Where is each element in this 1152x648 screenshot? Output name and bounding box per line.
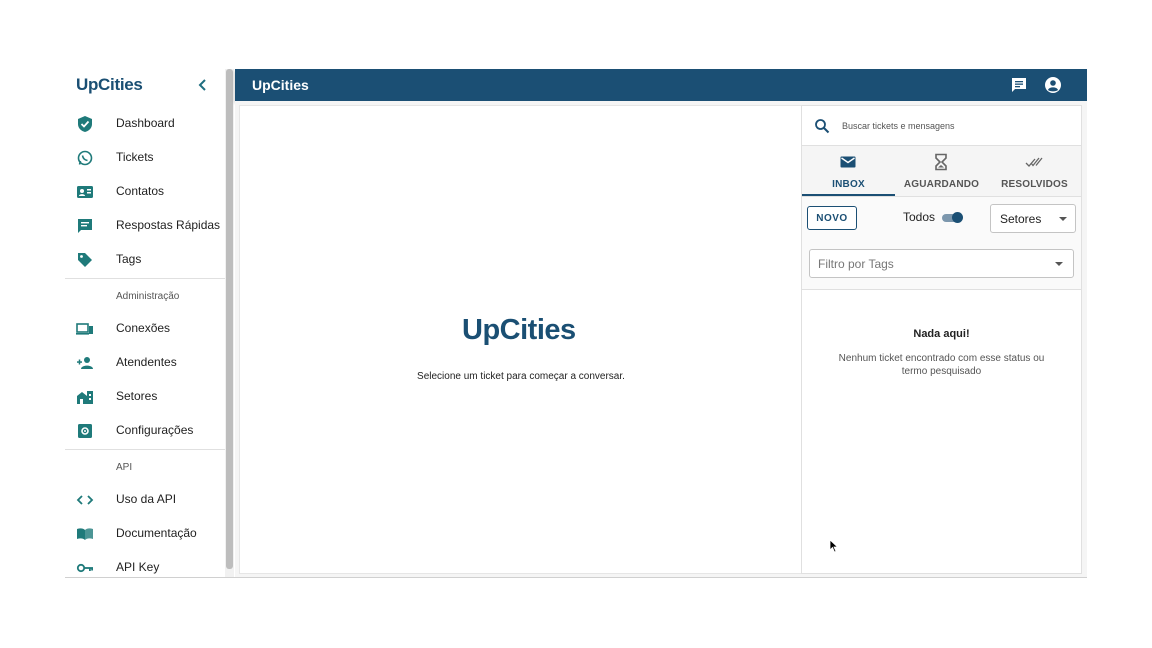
sidebar-item-label: Conexões	[116, 321, 171, 335]
sidebar-scrollbar-thumb[interactable]	[226, 69, 233, 569]
chat-panel: UpCities Selecione um ticket para começa…	[239, 105, 803, 574]
sidebar-item-label: Atendentes	[116, 355, 177, 369]
tag-filter-placeholder: Filtro por Tags	[818, 257, 894, 271]
chevron-left-icon	[198, 79, 206, 91]
sidebar-item-dashboard[interactable]: Dashboard	[65, 107, 225, 141]
sidebar-item-label: Tickets	[116, 150, 154, 164]
section-header-administracao: Administração	[116, 291, 180, 302]
tab-resolvidos[interactable]: RESOLVIDOS	[988, 146, 1081, 196]
window-bottom-edge	[65, 577, 1087, 578]
sidebar-item-tags[interactable]: Tags	[65, 243, 225, 277]
mouse-cursor-icon	[829, 539, 839, 553]
tab-label: INBOX	[832, 179, 865, 190]
search-input[interactable]	[840, 115, 1064, 137]
sidebar-item-atendentes[interactable]: Atendentes	[65, 346, 225, 380]
caret-down-icon	[1055, 262, 1063, 266]
new-ticket-button[interactable]: NOVO	[807, 206, 857, 230]
shield-check-icon	[78, 116, 92, 132]
sidebar-item-label: Uso da API	[116, 492, 177, 506]
sidebar-item-label: Configurações	[116, 423, 194, 437]
tag-icon	[78, 253, 92, 267]
sidebar-item-label: Respostas Rápidas	[116, 218, 221, 232]
book-icon	[77, 528, 93, 540]
sidebar-item-setores[interactable]: Setores	[65, 380, 225, 414]
sidebar-item-configuracoes[interactable]: Configurações	[65, 414, 225, 448]
sidebar-divider	[65, 278, 225, 279]
chat-icon[interactable]	[1010, 76, 1028, 94]
account-circle-icon[interactable]	[1044, 76, 1062, 94]
ticket-filters: NOVO Todos Setores Filtro por Tags	[802, 197, 1081, 290]
empty-chat-message: Selecione um ticket para começar a conve…	[417, 371, 625, 382]
whatsapp-icon	[77, 150, 93, 166]
sidebar-item-respostas-rapidas[interactable]: Respostas Rápidas	[65, 209, 225, 243]
sidebar-item-conexoes[interactable]: Conexões	[65, 312, 225, 346]
app-header: UpCities	[235, 69, 1087, 101]
sidebar-divider	[65, 449, 225, 450]
collapse-sidebar-button[interactable]	[193, 75, 213, 95]
active-tab-indicator	[802, 194, 895, 196]
quick-reply-icon	[78, 219, 92, 233]
tab-inbox[interactable]: INBOX	[802, 146, 895, 196]
building-icon	[77, 391, 93, 404]
sidebar-item-label: API Key	[116, 560, 160, 574]
sidebar-item-documentacao[interactable]: Documentação	[65, 517, 225, 551]
sidebar-item-label: Tags	[116, 252, 142, 266]
sidebar-item-label: Documentação	[116, 526, 197, 540]
done-all-icon	[1025, 157, 1043, 167]
sector-select[interactable]: Setores	[990, 204, 1076, 233]
tab-aguardando[interactable]: AGUARDANDO	[895, 146, 988, 196]
search-icon	[815, 119, 830, 134]
page-title: UpCities	[252, 77, 309, 93]
contact-card-icon	[77, 186, 93, 198]
caret-down-icon	[1059, 217, 1067, 221]
key-icon	[76, 563, 93, 573]
empty-state-title: Nada aqui!	[913, 328, 970, 340]
tickets-panel: INBOX AGUARDANDO RESOLVIDOS NOVO Todos	[801, 105, 1082, 574]
empty-state-text: Nenhum ticket encontrado com esse status…	[838, 353, 1045, 377]
sidebar-item-label: Setores	[116, 389, 158, 403]
sidebar-item-api-key[interactable]: API Key	[65, 551, 225, 578]
section-header-api: API	[116, 462, 133, 473]
sidebar: UpCities Dashboard Tickets Contatos Resp…	[65, 69, 226, 578]
sidebar-logo: UpCities	[76, 75, 143, 94]
code-icon	[76, 495, 94, 505]
sector-select-value: Setores	[1000, 212, 1042, 226]
app-window: UpCities Dashboard Tickets Contatos Resp…	[65, 69, 1087, 578]
tab-label: AGUARDANDO	[903, 179, 980, 190]
hourglass-icon	[935, 153, 947, 171]
sidebar-item-uso-da-api[interactable]: Uso da API	[65, 483, 225, 517]
center-logo: UpCities	[462, 314, 576, 346]
show-all-label: Todos	[903, 210, 936, 224]
sidebar-item-tickets[interactable]: Tickets	[65, 141, 225, 175]
devices-icon	[76, 323, 93, 335]
settings-icon	[78, 424, 92, 438]
ticket-tabs: INBOX AGUARDANDO RESOLVIDOS	[802, 146, 1081, 197]
sidebar-item-label: Contatos	[116, 184, 165, 198]
sidebar-item-contatos[interactable]: Contatos	[65, 175, 225, 209]
mail-icon	[840, 156, 856, 168]
sidebar-item-label: Dashboard	[116, 116, 175, 130]
content-area: UpCities Selecione um ticket para começa…	[235, 101, 1087, 578]
tab-label: RESOLVIDOS	[1001, 179, 1068, 190]
ticket-search-bar	[802, 106, 1081, 146]
tag-filter-select[interactable]: Filtro por Tags	[809, 249, 1074, 278]
show-all-toggle-thumb[interactable]	[952, 212, 963, 223]
add-person-icon	[77, 357, 93, 369]
